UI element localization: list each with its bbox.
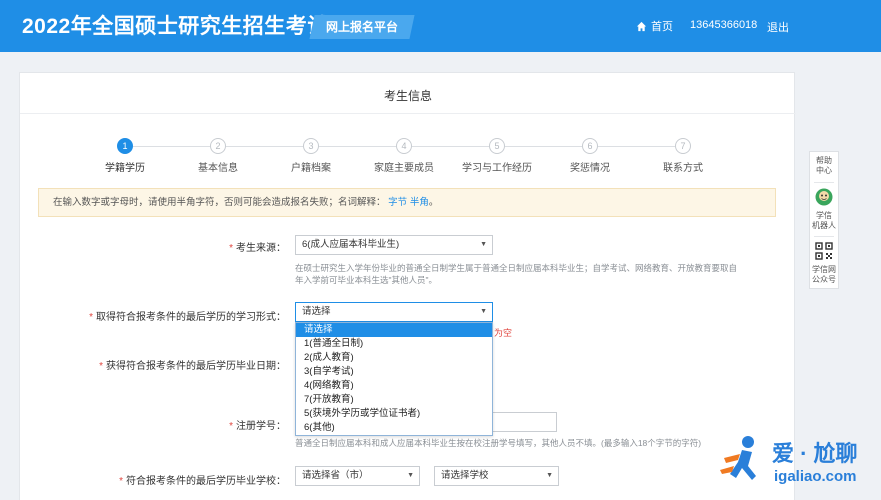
card-title: 考生信息 xyxy=(383,89,432,103)
step-4[interactable]: 4 家庭主要成员 xyxy=(359,138,449,174)
site-title: 2022年全国硕士研究生招生考试 xyxy=(22,15,329,38)
dropdown-option[interactable]: 请选择 xyxy=(296,323,492,337)
step-number: 2 xyxy=(210,138,226,154)
reg-no-hint: 普通全日制应届本科和成人应届本科毕业生按在校注册学号填写，其他人员不填。(最多输… xyxy=(295,438,702,448)
step-number: 4 xyxy=(396,138,412,154)
study-form-label-text: 取得符合报考条件的最后学历的学习形式： xyxy=(96,312,286,323)
dropdown-option[interactable]: 7(开放教育) xyxy=(296,393,492,407)
study-form-select[interactable]: 请选择 ▼ xyxy=(295,302,493,322)
step-number: 6 xyxy=(582,138,598,154)
notice-link-byte[interactable]: 字节 xyxy=(388,197,407,208)
required-marker: * xyxy=(119,476,123,487)
side-divider xyxy=(814,182,834,183)
step-label: 学籍学历 xyxy=(105,163,145,174)
grad-date-label-text: 获得符合报考条件的最后学历毕业日期： xyxy=(106,361,286,372)
source-select-value: 6(成人应届本科毕业生) xyxy=(302,239,400,250)
source-hint-line-1: 在硕士研究生入学年份毕业的普通全日制学生属于普通全日制应届本科毕业生；自学考试、… xyxy=(295,263,738,273)
robot-label-2: 机器人 xyxy=(812,221,836,230)
step-number: 7 xyxy=(675,138,691,154)
province-select[interactable]: 请选择省（市） ▼ xyxy=(295,466,420,486)
study-form-label: * 取得符合报考条件的最后学历的学习形式： xyxy=(89,308,286,323)
required-marker: * xyxy=(99,361,103,372)
dropdown-option[interactable]: 1(普通全日制) xyxy=(296,337,492,351)
grad-date-label: * 获得符合报考条件的最后学历毕业日期： xyxy=(99,357,286,372)
school-select-value: 请选择学校 xyxy=(441,470,489,481)
school-label-text: 符合报考条件的最后学历毕业学校： xyxy=(126,476,286,487)
notice-text: 在输入数字或字母时，请使用半角字符，否则可能会造成报名失败；名词解释： xyxy=(53,197,386,208)
chevron-down-icon: ▼ xyxy=(480,241,487,248)
robot-icon xyxy=(815,188,833,206)
step-7[interactable]: 7 联系方式 xyxy=(638,138,728,174)
study-form-select-value: 请选择 xyxy=(302,306,331,317)
nav-home-link[interactable]: 首页 xyxy=(636,18,673,34)
platform-tag: 网上报名平台 xyxy=(309,15,415,39)
step-6[interactable]: 6 奖惩情况 xyxy=(545,138,635,174)
source-label-text: 考生来源： xyxy=(236,243,286,254)
card-divider xyxy=(20,113,796,114)
source-hint: 在硕士研究生入学年份毕业的普通全日制学生属于普通全日制应届本科毕业生；自学考试、… xyxy=(295,262,755,286)
user-phone: 13645366018 xyxy=(690,19,758,31)
step-label: 学习与工作经历 xyxy=(462,163,532,174)
step-number: 3 xyxy=(303,138,319,154)
side-divider xyxy=(814,236,834,237)
step-3[interactable]: 3 户籍档案 xyxy=(266,138,356,174)
step-label: 户籍档案 xyxy=(291,163,331,174)
chevron-down-icon: ▼ xyxy=(407,472,414,479)
step-2[interactable]: 2 基本信息 xyxy=(173,138,263,174)
home-icon xyxy=(636,21,647,31)
source-hint-line-2: 年入学前可毕业本科生选"其他人员"。 xyxy=(295,275,438,285)
step-label: 基本信息 xyxy=(198,163,238,174)
dropdown-option[interactable]: 3(自学考试) xyxy=(296,365,492,379)
half-width-notice: 在输入数字或字母时，请使用半角字符，否则可能会造成报名失败；名词解释： 字节 半… xyxy=(38,188,776,217)
help-label-1: 帮助 xyxy=(816,156,832,165)
chevron-down-icon: ▼ xyxy=(546,472,553,479)
help-label-2: 中心 xyxy=(816,166,832,175)
chsi-robot-button[interactable]: 学信 机器人 xyxy=(810,188,838,231)
site-watermark: 爱 · 尬聊 igaliao.com xyxy=(718,432,878,492)
dropdown-option[interactable]: 4(网络教育) xyxy=(296,379,492,393)
side-panel: 帮助 中心 学信 机器人 学信网 公众号 xyxy=(809,151,839,289)
chevron-down-icon: ▼ xyxy=(480,308,487,315)
reg-no-label: * 注册学号： xyxy=(229,417,286,432)
robot-label-1: 学信 xyxy=(816,211,832,220)
dropdown-option[interactable]: 6(其他) xyxy=(296,421,492,435)
school-select[interactable]: 请选择学校 ▼ xyxy=(434,466,559,486)
chsi-wechat-button[interactable]: 学信网 公众号 xyxy=(810,242,838,285)
watermark-en: igaliao.com xyxy=(774,468,857,485)
source-select[interactable]: 6(成人应届本科毕业生) ▼ xyxy=(295,235,493,255)
qr-code-icon xyxy=(815,242,833,260)
study-form-error: 为空 xyxy=(494,328,513,338)
required-marker: * xyxy=(229,243,233,254)
wechat-label-2: 公众号 xyxy=(812,275,836,284)
top-bar: 2022年全国硕士研究生招生考试 网上报名平台 首页 13645366018 退… xyxy=(0,0,881,52)
step-label: 奖惩情况 xyxy=(570,163,610,174)
step-5[interactable]: 5 学习与工作经历 xyxy=(452,138,542,174)
step-number: 5 xyxy=(489,138,505,154)
required-marker: * xyxy=(229,421,233,432)
step-1[interactable]: 1 学籍学历 xyxy=(80,138,170,174)
watermark-cn: 爱 · 尬聊 xyxy=(772,441,858,466)
notice-link-halfwidth[interactable]: 半角 xyxy=(410,197,429,208)
step-number: 1 xyxy=(117,138,133,154)
wechat-label-1: 学信网 xyxy=(812,265,836,274)
province-select-value: 请选择省（市） xyxy=(302,470,369,481)
school-label: * 符合报考条件的最后学历毕业学校： xyxy=(119,472,286,487)
nav-home-label: 首页 xyxy=(651,21,673,33)
dropdown-option[interactable]: 2(成人教育) xyxy=(296,351,492,365)
running-figure-logo xyxy=(720,436,756,480)
reg-no-label-text: 注册学号： xyxy=(236,421,286,432)
help-center-button[interactable]: 帮助 中心 xyxy=(810,156,838,176)
logout-link[interactable]: 退出 xyxy=(767,19,789,35)
notice-end: 。 xyxy=(428,197,439,208)
source-label: * 考生来源： xyxy=(229,239,286,254)
study-form-dropdown: 请选择 1(普通全日制) 2(成人教育) 3(自学考试) 4(网络教育) 7(开… xyxy=(295,322,493,436)
required-marker: * xyxy=(89,312,93,323)
platform-tag-label: 网上报名平台 xyxy=(326,20,399,34)
step-label: 联系方式 xyxy=(663,163,703,174)
dropdown-option[interactable]: 5(获境外学历或学位证书者) xyxy=(296,407,492,421)
step-label: 家庭主要成员 xyxy=(374,163,434,174)
